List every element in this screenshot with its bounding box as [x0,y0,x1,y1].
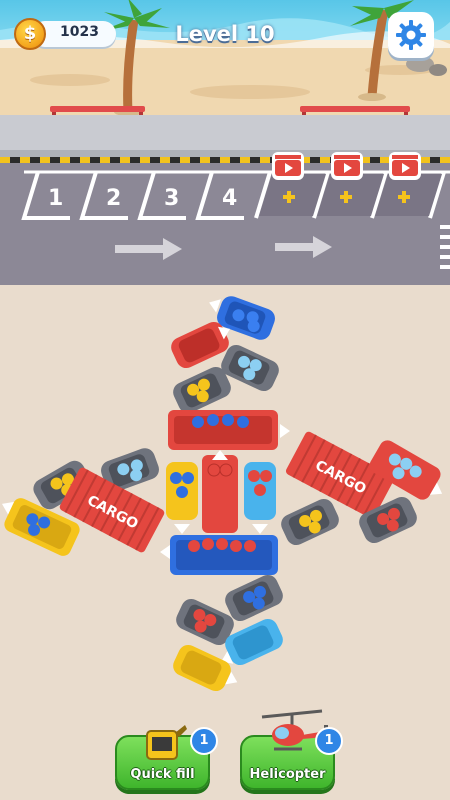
slot-label: 2 [106,186,121,211]
settings-button[interactable] [388,12,434,58]
game-scene: 1 2 3 4 CARGO CARGO [0,0,450,800]
helicopter-button[interactable]: Helicopter 1 [240,709,343,790]
level-title: Level 10 [175,22,275,46]
bus-red-center-vertical[interactable] [202,450,238,533]
quick-fill-button[interactable]: Quick fill 1 [115,725,218,790]
quick-fill-label: Quick fill [130,767,195,782]
slot-number-2: 2 [106,186,121,211]
slot-number-3: 3 [164,186,179,211]
gear-icon [396,20,426,50]
fuel-can-icon [146,725,187,760]
slot-label: 1 [48,186,63,211]
slot-number-1: 1 [48,186,63,211]
slot-number-4: 4 [222,186,237,211]
quick-fill-count-badge: 1 [190,727,218,755]
helicopter-label: Helicopter [249,767,326,782]
bus-blue-center[interactable] [160,535,278,575]
hazard-stripe [0,157,450,163]
slot-label: 3 [164,186,179,211]
slot-label: 4 [222,186,237,211]
helicopter-count-badge: 1 [315,727,343,755]
bus-red-center[interactable] [168,410,290,450]
